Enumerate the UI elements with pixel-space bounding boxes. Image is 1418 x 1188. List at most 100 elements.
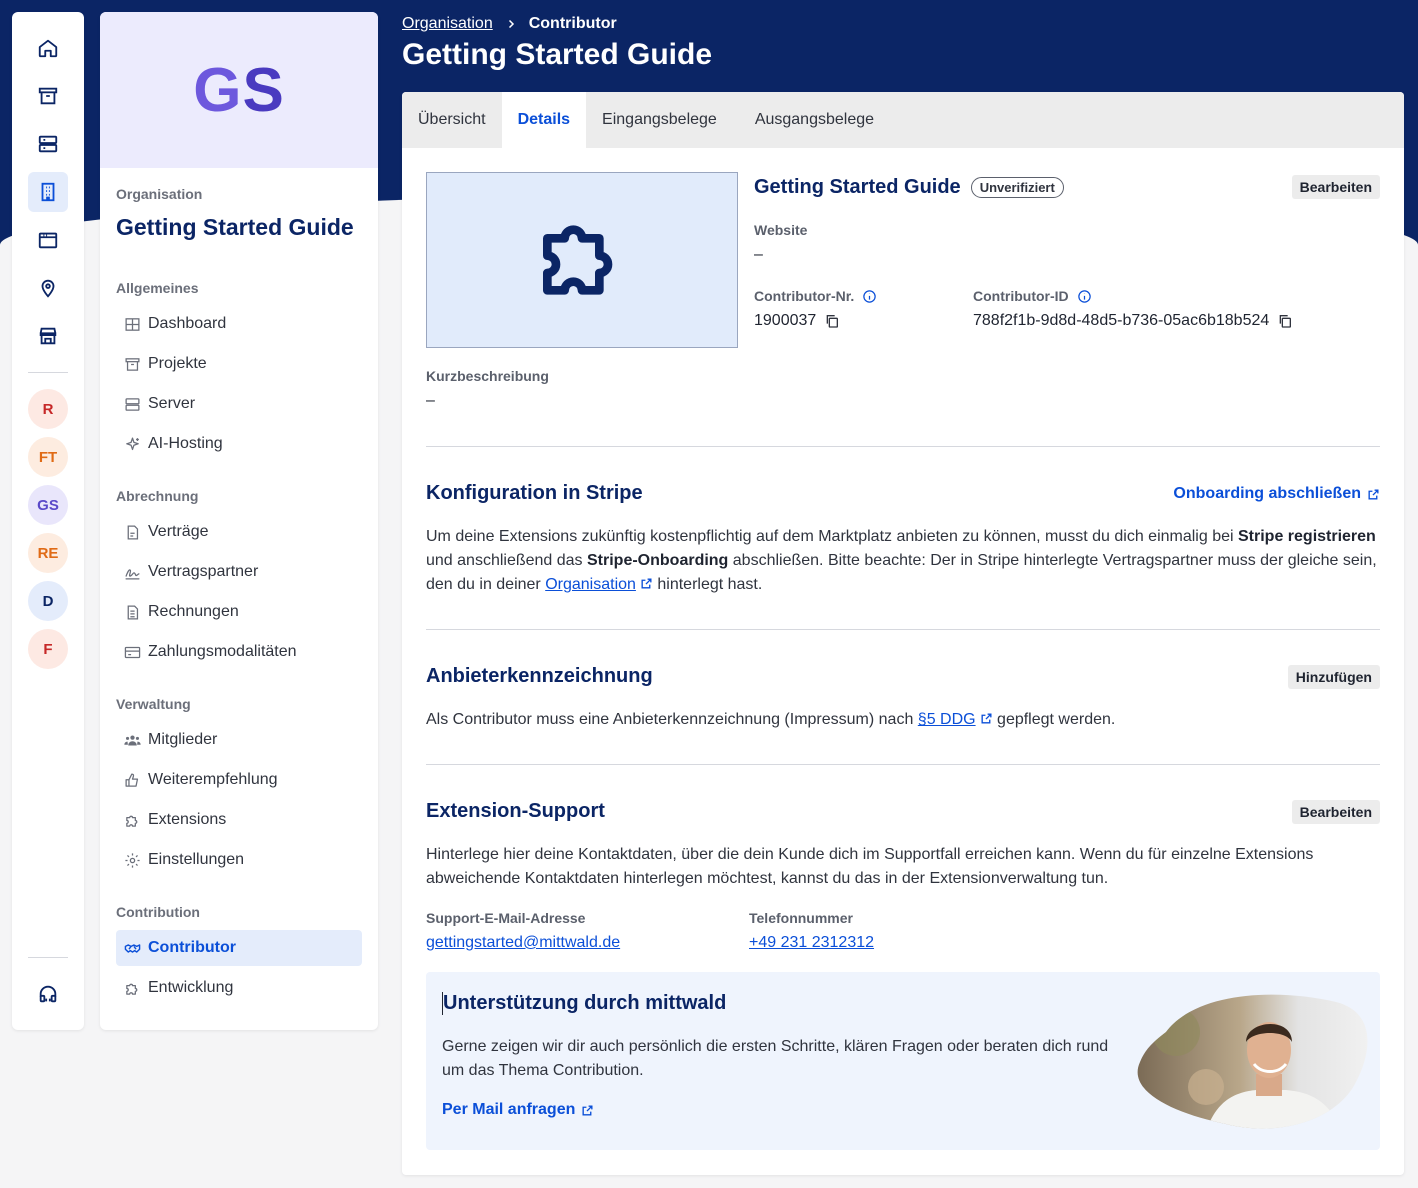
support-phone-label: Telefonnummer [749, 910, 853, 926]
building-icon [41, 182, 55, 202]
archive-icon [124, 357, 140, 371]
info-icon[interactable] [1077, 289, 1092, 304]
nav-item-vertraege[interactable]: Verträge [116, 514, 362, 550]
nav-item-weiterempfehlung[interactable]: Weiterempfehlung [116, 762, 362, 798]
breadcrumb-organisation-link[interactable]: Organisation [402, 15, 493, 33]
support-email-link[interactable]: gettingstarted@mittwald.de [426, 934, 620, 952]
organisation-initials: GS [193, 55, 285, 125]
breadcrumb-current: Contributor [528, 15, 617, 32]
tab-uebersicht[interactable]: Übersicht [402, 92, 502, 148]
handshake-icon [124, 943, 140, 953]
stripe-description: Um deine Extensions zukünftig kostenpfli… [426, 528, 1377, 593]
rail-location-button[interactable] [28, 268, 68, 308]
organisation-avatar: GS [100, 12, 378, 168]
rail-apps-button[interactable] [28, 220, 68, 260]
organisation-sidebar: GS Organisation Getting Started Guide Al… [100, 12, 378, 1030]
org-avatar-f[interactable]: F [28, 629, 68, 669]
rail-divider [28, 957, 68, 958]
kurzbeschreibung-label: Kurzbeschreibung [426, 368, 549, 384]
nav-item-entwicklung[interactable]: Entwicklung [116, 970, 362, 1006]
support-phone-link[interactable]: +49 231 2312312 [749, 934, 874, 952]
stripe-section-title: Konfiguration in Stripe [426, 482, 643, 504]
archive-icon [38, 87, 58, 105]
home-icon [38, 39, 58, 58]
website-value: – [754, 246, 763, 263]
chevron-right-icon [508, 19, 514, 29]
location-pin-icon [41, 279, 55, 298]
org-avatar-d[interactable]: D [28, 581, 68, 621]
contributor-id-label: Contributor-ID [973, 288, 1092, 304]
website-label: Website [754, 222, 808, 238]
breadcrumb: Organisation Contributor [402, 15, 617, 33]
puzzle-icon [125, 983, 137, 995]
external-link-icon [981, 713, 992, 724]
mittwald-description: Gerne zeigen wir dir auch persönlich die… [442, 1038, 1109, 1079]
nav-group-allgemeines: Allgemeines [116, 280, 199, 296]
org-avatar-re[interactable]: RE [28, 533, 68, 573]
page-title: Getting Started Guide [402, 38, 713, 71]
kurzbeschreibung-value: – [426, 392, 435, 409]
nav-group-verwaltung: Verwaltung [116, 696, 191, 712]
edit-details-button[interactable]: Bearbeiten [1291, 175, 1380, 199]
nav-item-einstellungen[interactable]: Einstellungen [116, 842, 362, 878]
rail-support-button[interactable] [28, 974, 68, 1014]
thumbs-up-icon [124, 772, 138, 787]
rail-projects-button[interactable] [28, 76, 68, 116]
headset-icon [39, 985, 57, 1003]
users-icon [123, 735, 141, 745]
tab-details[interactable]: Details [501, 92, 587, 148]
copy-icon[interactable] [1277, 313, 1293, 329]
nav-item-dashboard[interactable]: Dashboard [116, 306, 362, 342]
gear-icon [124, 852, 140, 868]
section-divider [426, 446, 1380, 447]
ddg-link[interactable]: §5 DDG [918, 711, 976, 728]
puzzle-icon [543, 225, 613, 295]
rail-server-button[interactable] [28, 124, 68, 164]
section-divider [426, 764, 1380, 765]
nav-item-rechnungen[interactable]: Rechnungen [116, 594, 362, 630]
rail-home-button[interactable] [28, 28, 68, 68]
org-avatar-gs[interactable]: GS [28, 485, 68, 525]
org-avatar-r[interactable]: R [28, 389, 68, 429]
status-badge: Unverifiziert [970, 177, 1064, 198]
nav-item-extensions[interactable]: Extensions [116, 802, 362, 838]
section-divider [426, 629, 1380, 630]
nav-group-abrechnung: Abrechnung [116, 488, 199, 504]
organisation-link[interactable]: Organisation [545, 576, 636, 593]
nav-item-projekte[interactable]: Projekte [116, 346, 362, 382]
add-impressum-button[interactable]: Hinzufügen [1287, 665, 1380, 689]
store-icon [39, 327, 57, 345]
contributor-name: Getting Started Guide [754, 176, 961, 198]
rail-marketplace-button[interactable] [28, 316, 68, 356]
grid-icon [124, 317, 140, 331]
onboarding-link[interactable]: Onboarding abschließen [1173, 485, 1380, 503]
nav-item-contributor[interactable]: Contributor [116, 930, 362, 966]
nav-item-vertragspartner[interactable]: Vertragspartner [116, 554, 362, 590]
nav-item-zahlungsmodalitaeten[interactable]: Zahlungsmodalitäten [116, 634, 362, 670]
impressum-section-title: Anbieterkennzeichnung [426, 665, 653, 687]
contributor-logo[interactable] [426, 172, 738, 348]
mail-request-link[interactable]: Per Mail anfragen [442, 1101, 594, 1119]
info-icon[interactable] [862, 289, 877, 304]
tab-eingangsbelege[interactable]: Eingangsbelege [586, 92, 733, 148]
credit-card-icon [124, 646, 140, 658]
rail-divider [28, 372, 68, 373]
tab-ausgangsbelege[interactable]: Ausgangsbelege [733, 92, 890, 148]
external-link-icon [641, 578, 652, 589]
organisation-title: Getting Started Guide [116, 214, 354, 240]
external-link-icon [582, 1104, 593, 1116]
icon-rail: R FT GS RE D F [12, 12, 84, 1030]
copy-icon[interactable] [824, 313, 840, 329]
support-person-photo [1137, 994, 1368, 1129]
rail-organisation-button[interactable] [28, 172, 68, 212]
browser-window-icon [38, 232, 58, 249]
signature-icon [124, 568, 140, 580]
edit-support-button[interactable]: Bearbeiten [1291, 800, 1380, 824]
nav-item-ai-hosting[interactable]: AI-Hosting [116, 426, 362, 462]
nav-item-server[interactable]: Server [116, 386, 362, 422]
org-avatar-ft[interactable]: FT [28, 437, 68, 477]
mittwald-title: Unterstützung durch mittwald [442, 992, 727, 1015]
nav-item-mitglieder[interactable]: Mitglieder [116, 722, 362, 758]
support-description: Hinterlege hier deine Kontaktdaten, über… [426, 846, 1314, 887]
nav-group-contribution: Contribution [116, 904, 200, 920]
